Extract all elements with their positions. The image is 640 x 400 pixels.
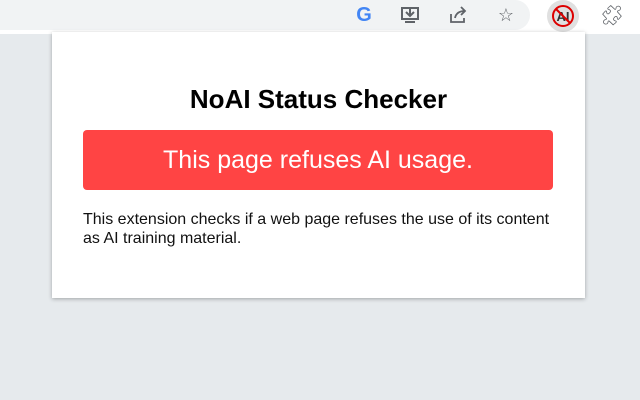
noai-extension-icon[interactable]: AI xyxy=(547,0,579,32)
browser-toolbar: G ☆ AI 🧩︎ xyxy=(0,0,640,34)
popup-title: NoAI Status Checker xyxy=(189,84,448,114)
share-icon[interactable] xyxy=(446,3,470,27)
extension-popup: NoAI Status Checker This page refuses AI… xyxy=(52,32,585,298)
google-icon[interactable]: G xyxy=(352,3,376,27)
status-banner: This page refuses AI usage. xyxy=(83,130,553,190)
extensions-puzzle-icon[interactable]: 🧩︎ xyxy=(599,3,624,27)
star-icon[interactable]: ☆ xyxy=(494,3,518,27)
description: This extension checks if a web page refu… xyxy=(83,211,550,247)
install-icon[interactable] xyxy=(398,3,422,27)
